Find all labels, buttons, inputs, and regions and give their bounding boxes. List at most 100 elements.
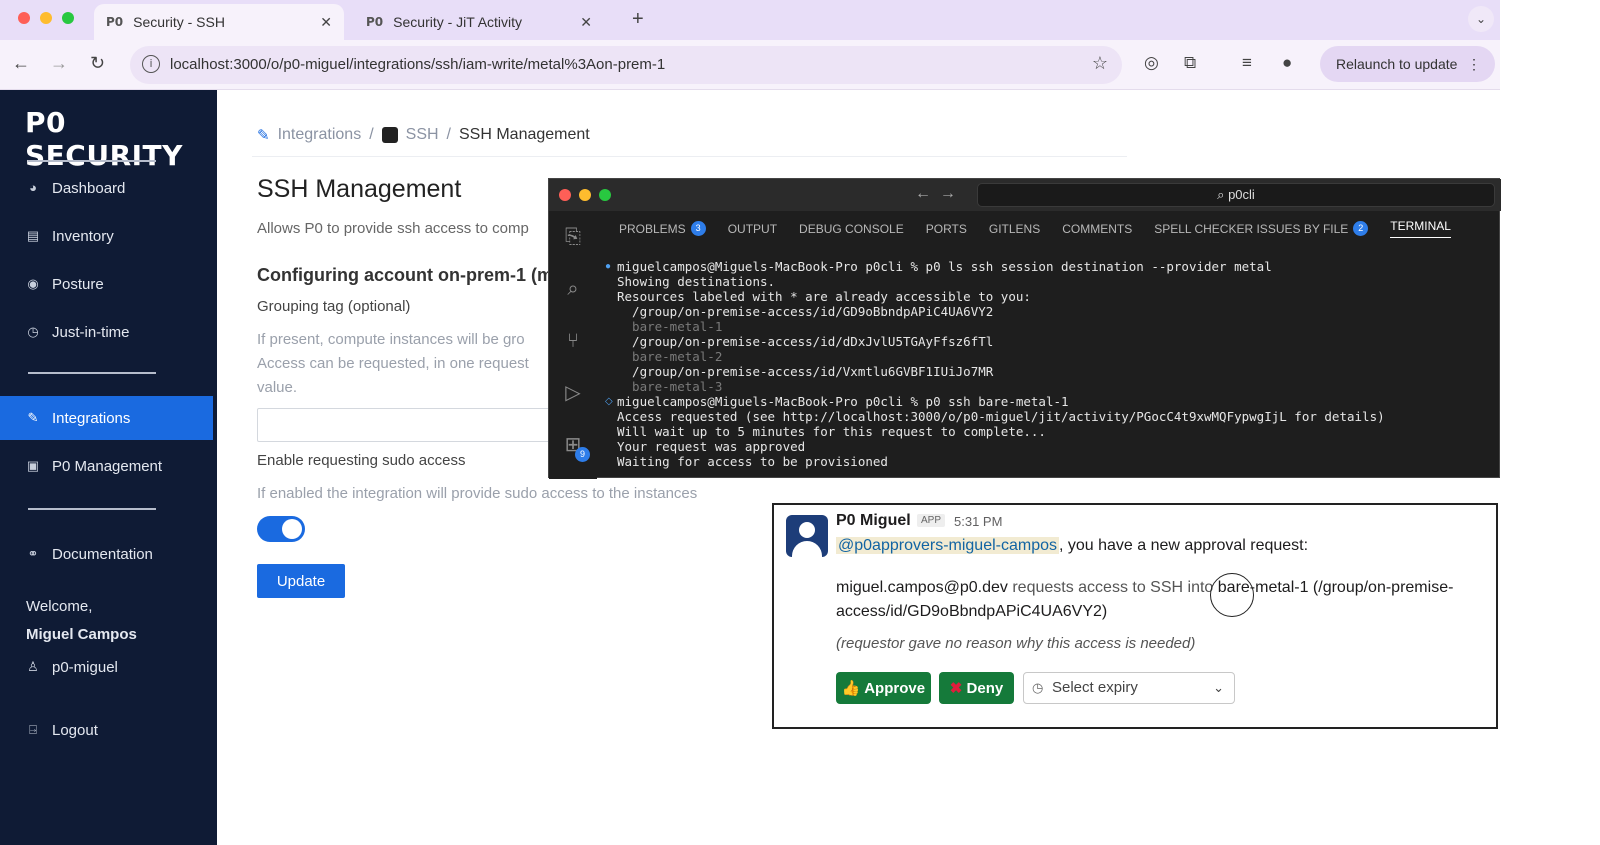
tab-comments[interactable]: COMMENTS	[1062, 219, 1132, 238]
source-control-icon[interactable]: ⑂	[561, 329, 585, 353]
sudo-toggle[interactable]	[257, 516, 305, 542]
tab-terminal[interactable]: TERMINAL	[1390, 219, 1451, 238]
inventory-icon: ▤	[26, 228, 40, 243]
minimize-window-button[interactable]	[579, 189, 591, 201]
minimize-window-button[interactable]	[40, 12, 52, 24]
deny-button[interactable]: ✖ Deny	[939, 672, 1014, 704]
tab-security-ssh[interactable]: P0 Security - SSH ✕	[94, 4, 344, 40]
sidebar-item-just-in-time[interactable]: ◷ Just-in-time	[0, 310, 213, 354]
breadcrumb-separator: /	[369, 126, 374, 143]
sender-name[interactable]: P0 Miguel	[836, 512, 911, 530]
relaunch-label: Relaunch to update	[1336, 56, 1458, 72]
org-switcher[interactable]: ♙ p0-miguel	[0, 646, 213, 688]
profile-avatar-icon[interactable]: ●	[1282, 53, 1292, 73]
requester-email[interactable]: miguel.campos@p0.dev	[836, 579, 1008, 596]
back-icon[interactable]: ←	[12, 53, 30, 74]
message-time[interactable]: 5:31 PM	[954, 514, 1002, 529]
close-tab-icon[interactable]: ✕	[580, 14, 592, 31]
search-icon[interactable]: ⌕	[561, 277, 585, 301]
breadcrumb-integrations[interactable]: Integrations	[278, 126, 362, 144]
sidebar-item-posture[interactable]: ◉ Posture	[0, 262, 213, 306]
problems-count-badge: 3	[690, 221, 706, 236]
sidebar-item-label: Dashboard	[52, 179, 126, 197]
sidebar-item-documentation[interactable]: ⚭ Documentation	[0, 532, 213, 576]
terminal-line: /group/on-premise-access/id/GD9oBbndpAPi…	[617, 304, 994, 319]
p0-favicon-icon: P0	[366, 15, 384, 29]
tab-label: SPELL CHECKER ISSUES BY FILE	[1154, 221, 1349, 236]
new-tab-icon[interactable]: +	[632, 8, 644, 31]
reload-icon[interactable]: ↻	[90, 53, 105, 74]
sidebar-item-label: P0 Management	[52, 457, 163, 475]
terminal-line: Access requested (see http://localhost:3…	[617, 409, 1385, 424]
tab-debug-console[interactable]: DEBUG CONSOLE	[799, 219, 904, 238]
avatar[interactable]	[786, 515, 828, 557]
sidebar-divider	[28, 160, 156, 162]
extension-icon[interactable]: ◎	[1144, 53, 1159, 73]
explorer-icon[interactable]: ⎘	[561, 225, 585, 249]
bookmark-star-icon[interactable]: ☆	[1092, 53, 1108, 74]
tab-gitlens[interactable]: GITLENS	[989, 219, 1040, 238]
sidebar-item-label: Integrations	[52, 409, 131, 427]
kebab-menu-icon[interactable]: ⋮	[1467, 46, 1481, 82]
tab-strip: P0 Security - SSH ✕ P0 Security - JiT Ac…	[0, 0, 1500, 40]
terminal-output[interactable]: miguelcampos@Miguels-MacBook-Pro p0cli %…	[617, 259, 1497, 469]
tab-output[interactable]: OUTPUT	[728, 219, 777, 238]
relaunch-to-update-button[interactable]: Relaunch to update ⋮	[1320, 46, 1495, 82]
puzzle-icon[interactable]: ⧉	[1184, 53, 1196, 73]
close-window-button[interactable]	[18, 12, 30, 24]
terminal-line: bare-metal-2	[617, 349, 723, 364]
chevron-down-icon: ⌄	[1213, 680, 1224, 695]
close-tab-icon[interactable]: ✕	[320, 14, 332, 31]
maximize-window-button[interactable]	[599, 189, 611, 201]
terminal-line: bare-metal-1	[617, 319, 723, 334]
sidebar-item-label: Just-in-time	[52, 323, 130, 341]
address-bar[interactable]: i localhost:3000/o/p0-miguel/integration…	[130, 46, 1122, 84]
terminal-line: /group/on-premise-access/id/Vxmtlu6GVBF1…	[617, 364, 994, 379]
site-info-icon[interactable]: i	[142, 55, 160, 73]
maximize-window-button[interactable]	[62, 12, 74, 24]
sidebar-divider	[28, 372, 156, 374]
tab-search-icon[interactable]: ⌄	[1468, 6, 1494, 32]
sidebar-item-label: Posture	[52, 275, 104, 293]
mention-link[interactable]: @p0approvers-miguel-campos	[836, 537, 1059, 554]
p0-security-logo[interactable]: P0 SECURITY	[25, 106, 217, 172]
avatar-body	[792, 541, 822, 557]
forward-icon[interactable]: →	[50, 53, 68, 74]
url-text[interactable]: localhost:3000/o/p0-miguel/integrations/…	[170, 56, 665, 73]
plug-icon: ✎	[257, 127, 270, 144]
close-window-button[interactable]	[559, 189, 571, 201]
sidebar: P0 SECURITY ◕ Dashboard ▤ Inventory ◉ Po…	[0, 90, 217, 845]
terminal-line: bare-metal-3	[617, 379, 723, 394]
run-debug-icon[interactable]: ▷	[561, 381, 585, 405]
tab-spell-checker[interactable]: SPELL CHECKER ISSUES BY FILE 2	[1154, 219, 1369, 238]
org-name: p0-miguel	[52, 658, 118, 676]
terminal-line: /group/on-premise-access/id/dDxJvlU5TGAy…	[617, 334, 994, 349]
tab-jit-activity[interactable]: P0 Security - JiT Activity ✕	[354, 4, 604, 40]
nav-arrows-icon[interactable]: ← →	[915, 185, 956, 203]
sidebar-item-logout[interactable]: ⍈ Logout	[0, 708, 213, 752]
media-controls-icon[interactable]: ≡	[1242, 53, 1252, 73]
command-center-search[interactable]: ⌕ p0cli	[977, 183, 1495, 207]
sudo-label: Enable requesting sudo access	[257, 452, 466, 469]
tab-problems[interactable]: PROBLEMS 3	[619, 219, 706, 238]
sidebar-item-p0-management[interactable]: ▣ P0 Management	[0, 444, 213, 488]
sidebar-item-inventory[interactable]: ▤ Inventory	[0, 214, 213, 258]
approve-button[interactable]: 👍 Approve	[836, 672, 931, 704]
sidebar-item-dashboard[interactable]: ◕ Dashboard	[0, 166, 213, 210]
clock-icon: ◷	[1032, 680, 1044, 695]
plug-icon: ✎	[27, 410, 39, 425]
config-title: Configuring account on-prem-1 (m	[257, 265, 553, 285]
search-icon: ⌕	[1217, 187, 1229, 202]
expiry-select[interactable]: ◷ Select expiry ⌄	[1023, 672, 1235, 704]
eye-icon: ◉	[27, 276, 39, 291]
breadcrumb-current: SSH Management	[459, 126, 590, 143]
breadcrumb-ssh[interactable]: SSH	[406, 126, 439, 144]
grouping-tag-input[interactable]	[257, 408, 557, 442]
x-icon: ✖	[949, 680, 967, 697]
reason-text: (requestor gave no reason why this acces…	[836, 635, 1196, 652]
tab-ports[interactable]: PORTS	[926, 219, 967, 238]
sidebar-item-integrations[interactable]: ✎ Integrations	[0, 396, 213, 440]
user-name: Miguel Campos	[26, 626, 137, 643]
grouping-help-line: If present, compute instances will be gr…	[257, 331, 525, 348]
update-button[interactable]: Update	[257, 564, 345, 598]
